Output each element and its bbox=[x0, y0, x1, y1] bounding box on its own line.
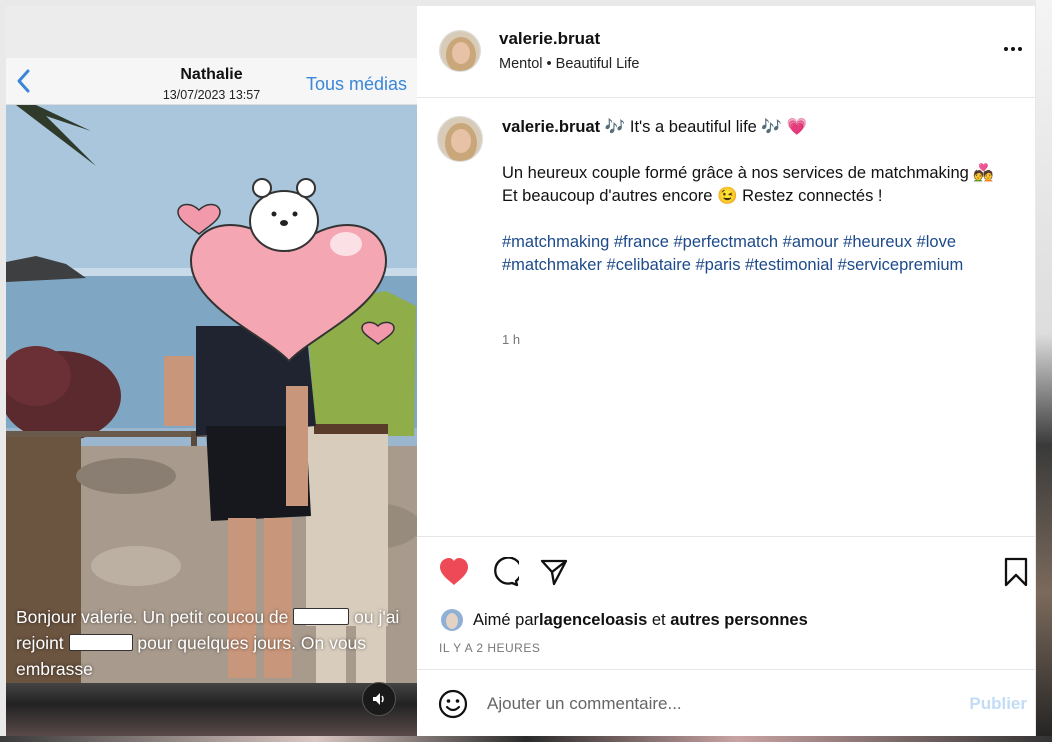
message-header: Nathalie 13/07/2023 13:57 Tous médias bbox=[6, 58, 417, 105]
liked-others[interactable]: autres personnes bbox=[670, 611, 808, 630]
bookmark-icon bbox=[1004, 557, 1028, 587]
photo-caption: Bonjour valerie. Un petit coucou de ou j… bbox=[16, 604, 416, 682]
liked-by: Aimé par lagenceloasis et autres personn… bbox=[441, 608, 808, 632]
post-music[interactable]: Mentol • Beautiful Life bbox=[499, 56, 640, 72]
liked-and: et bbox=[647, 610, 671, 629]
background-content-bottom bbox=[0, 736, 1052, 742]
comment-button[interactable] bbox=[487, 555, 521, 589]
emoji-icon[interactable] bbox=[437, 688, 469, 720]
hashtags[interactable]: #matchmaking #france #perfectmatch #amou… bbox=[502, 231, 1002, 277]
avatar[interactable] bbox=[437, 116, 483, 162]
caption-comment: valerie.bruat 🎶 It's a beautiful life 🎶 … bbox=[502, 116, 1002, 300]
share-icon bbox=[540, 559, 568, 586]
post-timestamp: IL Y A 2 HEURES bbox=[439, 641, 541, 655]
comment-first-line: 🎶 It's a beautiful life 🎶 💗 bbox=[600, 118, 808, 136]
avatar[interactable] bbox=[441, 609, 463, 631]
post-header: valerie.bruat Mentol • Beautiful Life bbox=[417, 6, 1035, 98]
share-button[interactable] bbox=[537, 555, 571, 589]
comment-icon bbox=[494, 557, 519, 587]
post-panel: valerie.bruat Mentol • Beautiful Life va… bbox=[417, 6, 1035, 736]
audio-toggle-button[interactable] bbox=[362, 682, 396, 716]
redaction-box bbox=[68, 634, 133, 651]
avatar[interactable] bbox=[439, 30, 481, 72]
like-button[interactable] bbox=[437, 555, 471, 589]
phone-bottom-bar bbox=[6, 683, 417, 736]
background-content-right bbox=[1036, 0, 1052, 742]
add-comment-bar: Publier bbox=[417, 669, 1035, 736]
comment-username[interactable]: valerie.bruat bbox=[502, 118, 600, 136]
post-media[interactable]: Nathalie 13/07/2023 13:57 Tous médias Bo… bbox=[6, 6, 417, 736]
comment-input[interactable] bbox=[487, 690, 927, 718]
phone-status-area bbox=[6, 6, 417, 58]
comment-body: Un heureux couple formé grâce à nos serv… bbox=[502, 164, 994, 205]
publish-button[interactable]: Publier bbox=[969, 694, 1027, 714]
post-username[interactable]: valerie.bruat bbox=[499, 29, 600, 49]
heart-icon bbox=[440, 558, 468, 585]
liked-prefix: Aimé par bbox=[473, 610, 540, 629]
more-options-icon[interactable] bbox=[1001, 42, 1025, 56]
all-media-link[interactable]: Tous médias bbox=[306, 74, 407, 95]
save-button[interactable] bbox=[999, 555, 1033, 589]
liked-user[interactable]: lagenceloasis bbox=[539, 611, 647, 630]
comment-age: 1 h bbox=[502, 332, 521, 347]
redaction-box bbox=[293, 608, 350, 625]
speaker-icon bbox=[373, 693, 384, 705]
caption-part-1: Bonjour valerie. Un petit coucou de bbox=[16, 607, 289, 627]
